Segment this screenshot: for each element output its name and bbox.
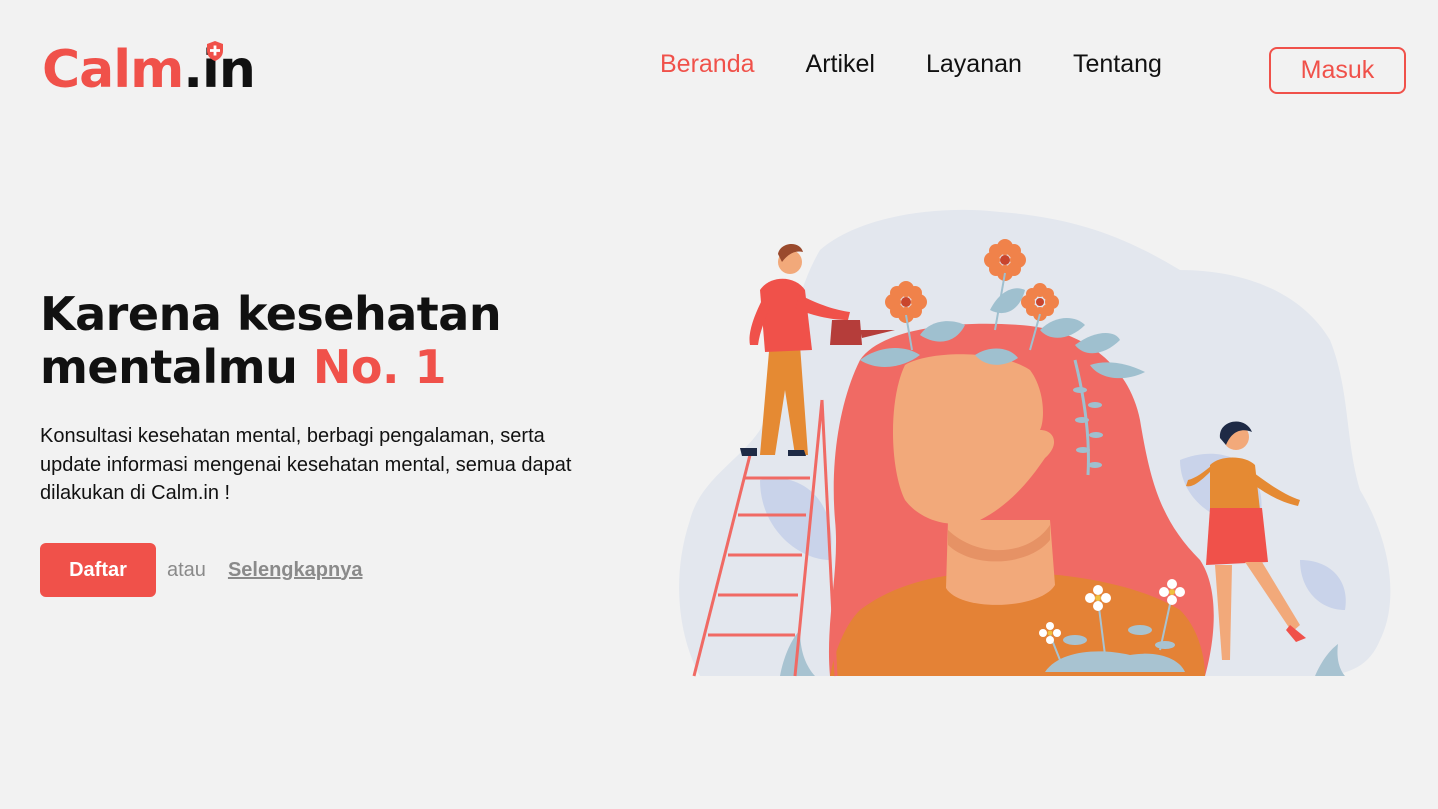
hero-illustration	[679, 209, 1391, 677]
neck	[946, 520, 1055, 605]
